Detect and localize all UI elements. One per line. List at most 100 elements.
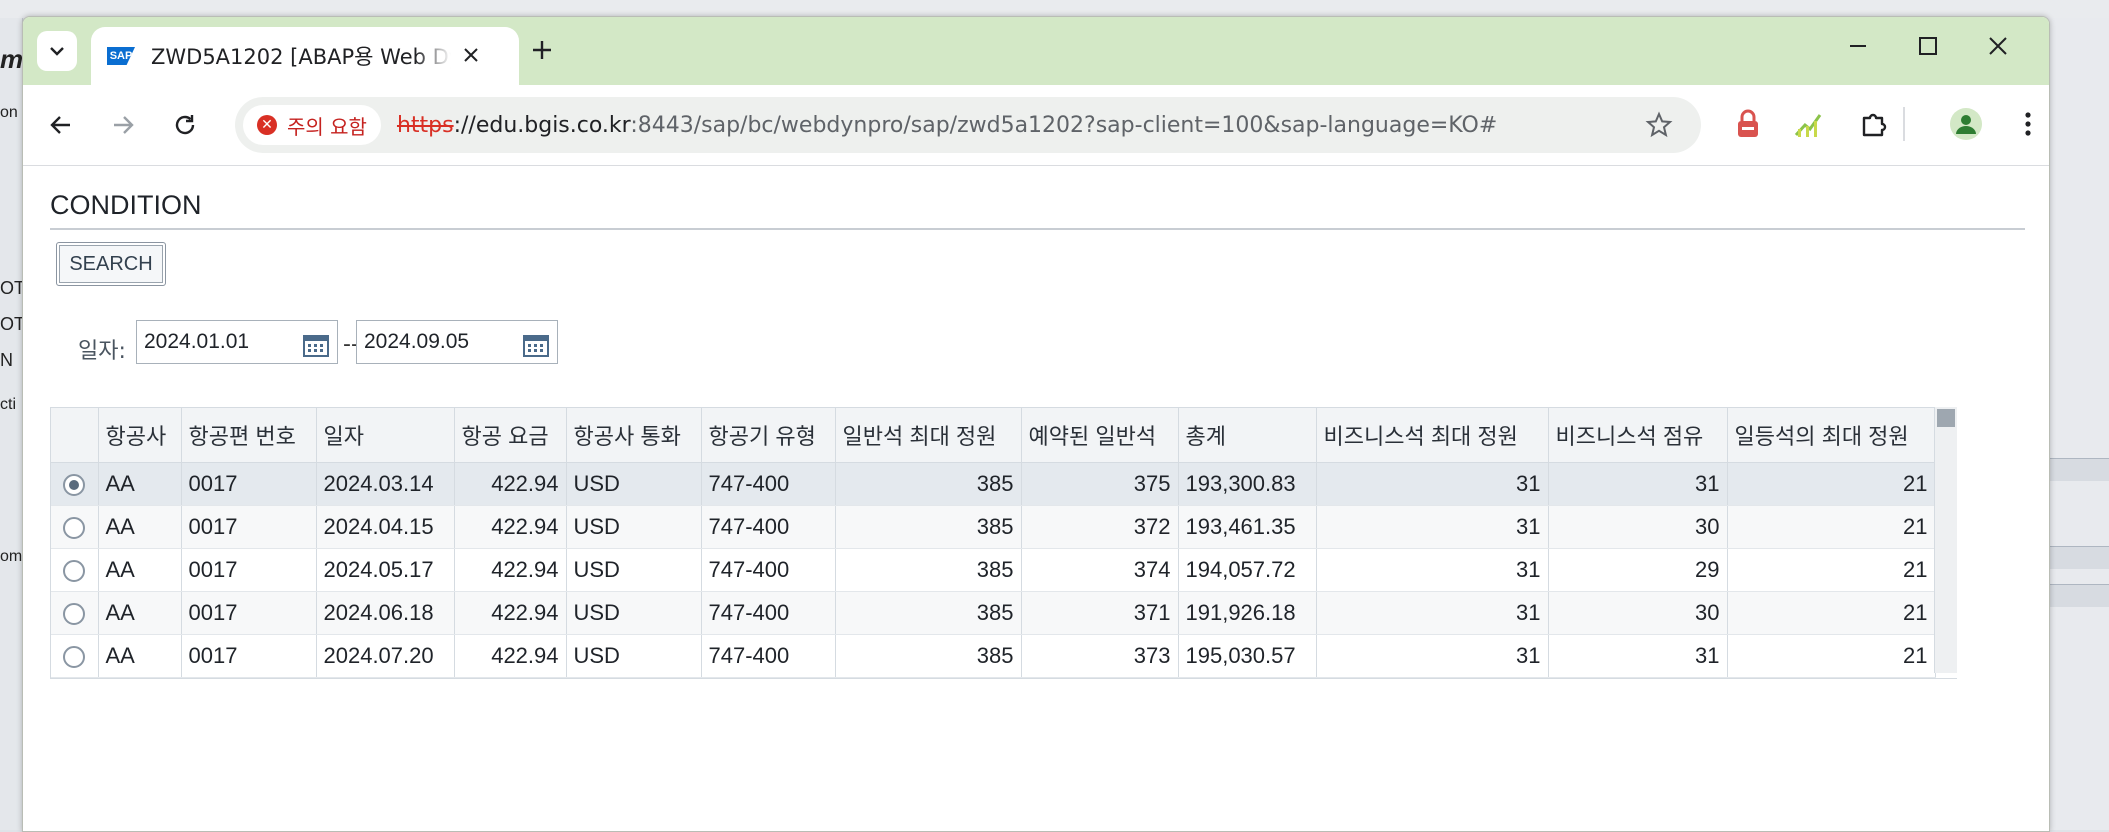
date-from-field[interactable]: 2024.01.01	[136, 320, 338, 364]
table-row[interactable]: AA 0017 2024.04.15 422.94 USD 747-400 385 372 19…	[51, 505, 1936, 549]
address-bar[interactable]: ✕ 주의 요함 https://edu.bgis.co.kr:8443/sap/…	[235, 97, 1701, 153]
table-cell: 191,926.18	[1178, 591, 1317, 635]
row-select-radio[interactable]	[63, 517, 86, 540]
column-header[interactable]: 일자	[316, 408, 455, 463]
table-cell: 21	[1727, 634, 1936, 678]
row-select-radio[interactable]	[63, 560, 86, 583]
url-path: :8443/sap/bc/webdynpro/sap/zwd5a1202?sap…	[630, 112, 1498, 138]
search-button[interactable]: SEARCH	[56, 242, 166, 286]
flight-table: 항공사 항공편 번호 일자 항공 요금 항공사 통화 항공기 유형 일반석 최대…	[50, 407, 1957, 679]
back-button[interactable]	[41, 105, 81, 145]
extensions-button[interactable]	[1857, 107, 1891, 141]
table-cell: AA	[98, 462, 182, 506]
column-header[interactable]: 예약된 일반석	[1021, 408, 1179, 463]
table-cell: 31	[1316, 548, 1549, 592]
background-app-right	[2048, 18, 2109, 830]
row-selector-cell[interactable]	[51, 634, 99, 678]
puzzle-icon	[1862, 113, 1887, 137]
browser-menu-button[interactable]	[2011, 107, 2045, 141]
table-cell: AA	[98, 591, 182, 635]
bookmark-button[interactable]	[1645, 111, 1673, 146]
column-header[interactable]: 총계	[1178, 408, 1317, 463]
scrollbar-thumb[interactable]	[1937, 409, 1955, 427]
tab-close-button[interactable]	[463, 44, 479, 69]
close-icon	[464, 47, 478, 62]
table-cell: 31	[1548, 634, 1728, 678]
column-header[interactable]: 항공 요금	[454, 408, 567, 463]
profile-button[interactable]	[1949, 107, 1983, 141]
row-selector-cell[interactable]	[51, 505, 99, 549]
table-cell: 0017	[181, 505, 317, 549]
url-host: ://edu.bgis.co.kr	[453, 112, 631, 138]
table-cell: 747-400	[701, 591, 836, 635]
table-cell: 31	[1316, 505, 1549, 549]
chart-extension-button[interactable]	[1791, 107, 1825, 141]
minimize-button[interactable]	[1847, 35, 1869, 63]
row-select-radio[interactable]	[63, 474, 86, 497]
table-row[interactable]: AA 0017 2024.05.17 422.94 USD 747-400 385 374 19…	[51, 548, 1936, 592]
plus-icon	[533, 41, 551, 59]
column-header[interactable]: 비즈니스석 점유	[1548, 408, 1728, 463]
profile-icon	[1950, 108, 1982, 140]
column-header[interactable]: 비즈니스석 최대 정원	[1316, 408, 1549, 463]
tab-search-button[interactable]	[37, 31, 77, 71]
date-label: 일자:	[78, 339, 126, 364]
chevron-down-icon	[50, 47, 64, 56]
date-from-picker[interactable]	[303, 330, 329, 357]
browser-window: SAP ZWD5A1202 [ABAP용 Web Dynpro]	[22, 16, 2050, 832]
table-header-row: 항공사 항공편 번호 일자 항공 요금 항공사 통화 항공기 유형 일반석 최대…	[51, 408, 1936, 463]
date-to-field[interactable]: 2024.09.05	[356, 320, 558, 364]
browser-tab[interactable]: SAP ZWD5A1202 [ABAP용 Web Dynpro]	[91, 27, 519, 85]
row-selector-cell[interactable]	[51, 591, 99, 635]
forward-icon	[114, 116, 134, 134]
table-cell: 2024.04.15	[316, 505, 455, 549]
table-cell: 2024.06.18	[316, 591, 455, 635]
table-cell: 375	[1021, 462, 1179, 506]
date-to-picker[interactable]	[523, 330, 549, 357]
table-cell: 422.94	[454, 505, 567, 549]
table-cell: 31	[1316, 591, 1549, 635]
row-select-radio[interactable]	[63, 603, 86, 626]
table-cell: 422.94	[454, 462, 567, 506]
star-icon	[1645, 111, 1673, 138]
reload-button[interactable]	[165, 105, 205, 145]
sap-favicon-icon: SAP	[107, 47, 135, 65]
table-cell: 2024.03.14	[316, 462, 455, 506]
table-cell: 30	[1548, 505, 1728, 549]
column-header[interactable]: 항공사 통화	[566, 408, 702, 463]
column-header[interactable]: 항공기 유형	[701, 408, 836, 463]
column-header[interactable]: 일등석의 최대 정원	[1727, 408, 1936, 463]
row-selector-cell[interactable]	[51, 462, 99, 506]
table-vertical-scrollbar[interactable]	[1934, 407, 1957, 673]
table-row[interactable]: AA 0017 2024.06.18 422.94 USD 747-400 385 371 19…	[51, 591, 1936, 635]
table-cell: USD	[566, 505, 702, 549]
column-header[interactable]: 항공사	[98, 408, 182, 463]
table-cell: 372	[1021, 505, 1179, 549]
date-from-value: 2024.01.01	[144, 330, 250, 353]
forward-button[interactable]	[103, 105, 143, 145]
row-select-radio[interactable]	[63, 646, 86, 669]
security-warning-chip[interactable]: ✕ 주의 요함	[243, 105, 381, 145]
table-cell: 422.94	[454, 591, 567, 635]
table-cell: 373	[1021, 634, 1179, 678]
table-cell: 31	[1548, 462, 1728, 506]
column-header[interactable]: 항공편 번호	[181, 408, 317, 463]
tab-title: ZWD5A1202 [ABAP용 Web Dynpro]	[151, 45, 451, 69]
url-text[interactable]: https://edu.bgis.co.kr:8443/sap/bc/webdy…	[397, 113, 1497, 138]
table-cell: 21	[1727, 591, 1936, 635]
table-cell: 194,057.72	[1178, 548, 1317, 592]
new-tab-button[interactable]	[531, 37, 553, 67]
close-window-button[interactable]	[1987, 35, 2009, 63]
background-fragment: om	[0, 548, 23, 565]
table-cell: 193,461.35	[1178, 505, 1317, 549]
table-cell: 385	[835, 634, 1022, 678]
lock-extension-button[interactable]	[1731, 107, 1765, 141]
column-header[interactable]: 일반석 최대 정원	[835, 408, 1022, 463]
table-row[interactable]: AA 0017 2024.03.14 422.94 USD 747-400 385 375 19…	[51, 462, 1936, 506]
url-scheme: https	[396, 112, 454, 138]
maximize-button[interactable]	[1917, 35, 1939, 63]
row-selector-cell[interactable]	[51, 548, 99, 592]
table-cell: 0017	[181, 634, 317, 678]
reload-icon	[175, 115, 195, 135]
table-row[interactable]: AA 0017 2024.07.20 422.94 USD 747-400 385 373 19…	[51, 634, 1936, 678]
